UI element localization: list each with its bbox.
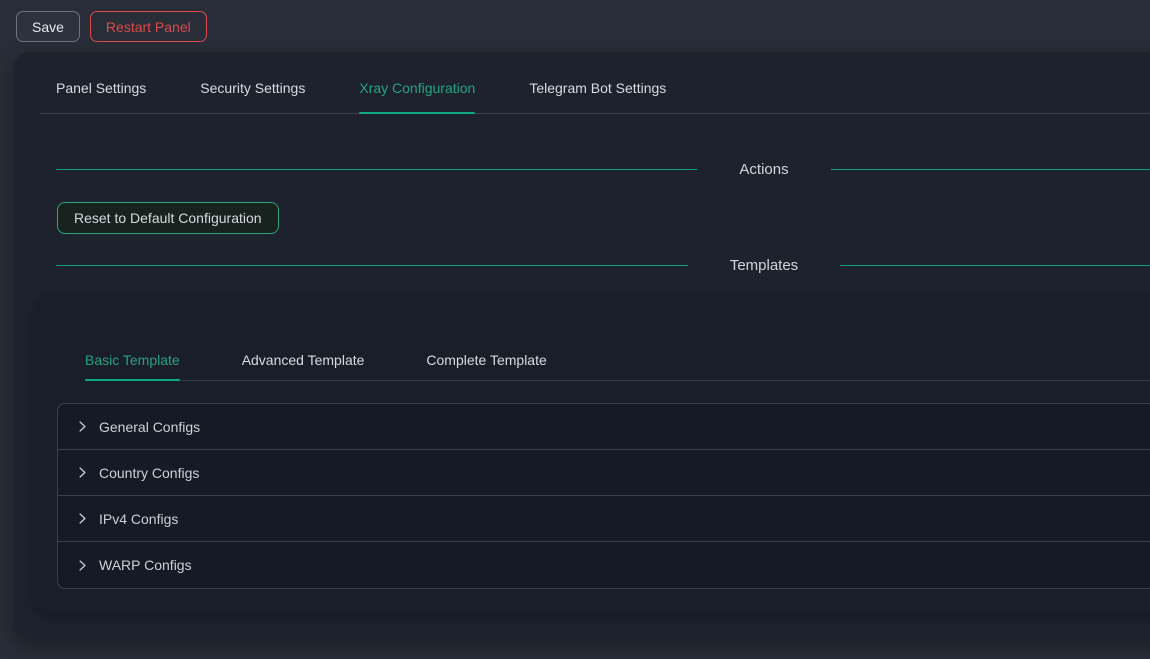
collapse-warp-configs[interactable]: WARP Configs bbox=[58, 542, 1150, 588]
divider-line bbox=[56, 169, 697, 170]
tab-complete-template[interactable]: Complete Template bbox=[426, 352, 546, 380]
chevron-right-icon bbox=[76, 512, 89, 525]
tab-security-settings[interactable]: Security Settings bbox=[200, 80, 305, 113]
collapse-label: IPv4 Configs bbox=[99, 511, 178, 527]
settings-tab-bar: Panel Settings Security Settings Xray Co… bbox=[40, 80, 1150, 114]
collapse-general-configs[interactable]: General Configs bbox=[58, 404, 1150, 450]
save-button[interactable]: Save bbox=[16, 11, 80, 42]
tab-basic-template[interactable]: Basic Template bbox=[85, 352, 180, 380]
config-collapse-group: General Configs Country Configs IPv4 Con… bbox=[57, 403, 1150, 589]
templates-divider: Templates bbox=[56, 255, 1150, 275]
collapse-label: WARP Configs bbox=[99, 557, 192, 573]
collapse-label: General Configs bbox=[99, 419, 200, 435]
tab-panel-settings[interactable]: Panel Settings bbox=[56, 80, 146, 113]
templates-divider-label: Templates bbox=[688, 257, 840, 274]
tab-advanced-template[interactable]: Advanced Template bbox=[242, 352, 365, 380]
collapse-label: Country Configs bbox=[99, 465, 199, 481]
reset-default-config-button[interactable]: Reset to Default Configuration bbox=[57, 202, 279, 234]
restart-panel-button[interactable]: Restart Panel bbox=[90, 11, 207, 42]
tab-xray-configuration[interactable]: Xray Configuration bbox=[359, 80, 475, 113]
actions-divider: Actions bbox=[56, 159, 1150, 179]
settings-card: Panel Settings Security Settings Xray Co… bbox=[14, 52, 1150, 638]
collapse-country-configs[interactable]: Country Configs bbox=[58, 450, 1150, 496]
actions-divider-label: Actions bbox=[697, 161, 830, 178]
chevron-right-icon bbox=[76, 559, 89, 572]
chevron-right-icon bbox=[76, 420, 89, 433]
divider-line bbox=[831, 169, 1150, 170]
divider-line bbox=[56, 265, 688, 266]
collapse-ipv4-configs[interactable]: IPv4 Configs bbox=[58, 496, 1150, 542]
templates-card: Basic Template Advanced Template Complet… bbox=[35, 294, 1150, 614]
divider-line bbox=[840, 265, 1150, 266]
template-tab-bar: Basic Template Advanced Template Complet… bbox=[85, 352, 1150, 381]
tab-telegram-bot-settings[interactable]: Telegram Bot Settings bbox=[529, 80, 666, 113]
chevron-right-icon bbox=[76, 466, 89, 479]
topbar: Save Restart Panel bbox=[0, 0, 1150, 52]
